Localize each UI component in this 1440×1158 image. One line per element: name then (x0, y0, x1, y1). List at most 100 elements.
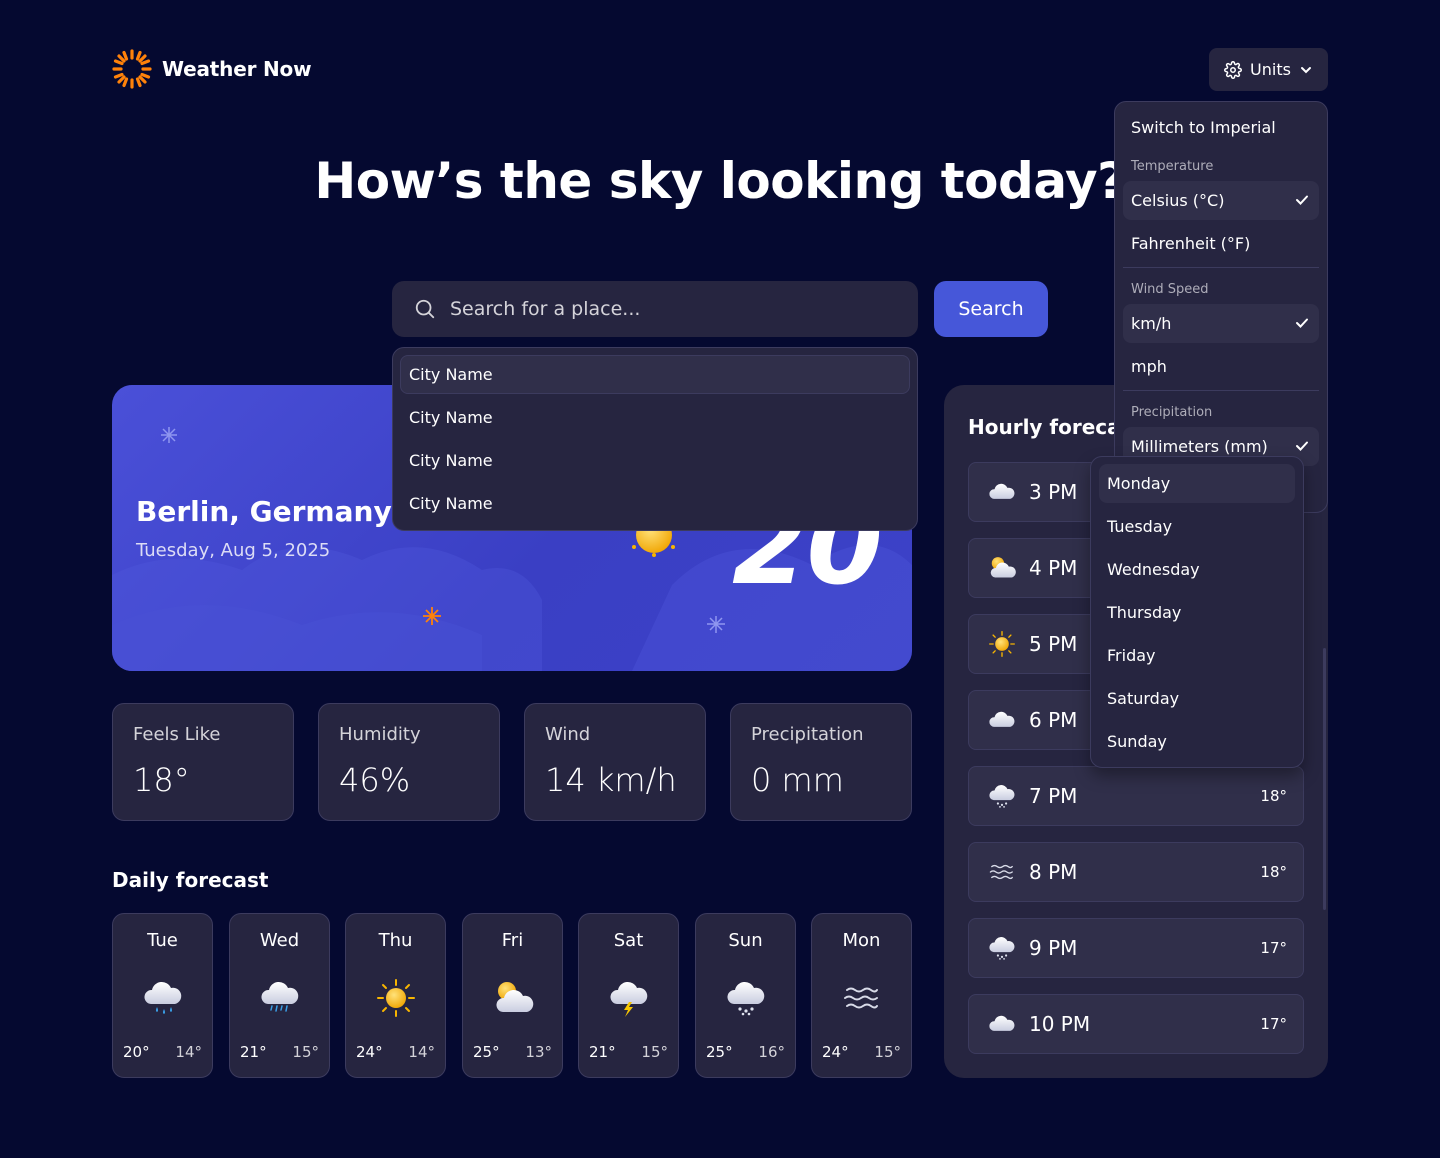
day-option-sunday[interactable]: Sunday (1099, 722, 1295, 761)
day-name: Wed (259, 930, 300, 951)
wind-speed-heading: Wind Speed (1131, 281, 1209, 297)
hour-temp: 17° (1260, 939, 1287, 957)
day-name: Thu (378, 930, 413, 951)
celsius-option[interactable]: Celsius (°C) (1123, 181, 1319, 220)
sparkle-icon (161, 427, 177, 443)
chevron-down-icon (1300, 66, 1311, 73)
hour-temp: 17° (1260, 1015, 1287, 1033)
suggestion-item[interactable]: City Name (400, 484, 910, 523)
hour-time: 4 PM (1029, 556, 1078, 580)
stat-value: 18° (133, 761, 190, 799)
units-button[interactable]: Units (1209, 48, 1328, 91)
stat-value: 46% (339, 761, 411, 799)
partly-cloudy-icon (491, 976, 535, 1020)
suggestion-item[interactable]: City Name (400, 441, 910, 480)
day-low: 15° (292, 1043, 319, 1061)
hour-time: 3 PM (1029, 480, 1078, 504)
day-low: 16° (758, 1043, 785, 1061)
hour-time: 8 PM (1029, 860, 1078, 884)
switch-imperial-option[interactable]: Switch to Imperial (1123, 108, 1319, 147)
day-option-friday[interactable]: Friday (1099, 636, 1295, 675)
option-label: Millimeters (mm) (1131, 437, 1268, 456)
cloud-icon (985, 477, 1019, 507)
day-high: 21° (589, 1043, 616, 1061)
fahrenheit-option[interactable]: Fahrenheit (°F) (1123, 224, 1319, 263)
fog-icon (985, 857, 1019, 887)
current-date: Tuesday, Aug 5, 2025 (136, 540, 331, 561)
day-low: 15° (874, 1043, 901, 1061)
day-name: Sat (613, 930, 644, 951)
day-option-thursday[interactable]: Thursday (1099, 593, 1295, 632)
units-label: Units (1250, 60, 1291, 79)
hour-time: 7 PM (1029, 784, 1078, 808)
hour-row: 8 PM 18° (968, 842, 1304, 902)
day-low: 14° (408, 1043, 435, 1061)
day-name: Tue (147, 930, 178, 951)
day-option-monday[interactable]: Monday (1099, 464, 1295, 503)
check-icon (1296, 195, 1308, 205)
location-name: Berlin, Germany (136, 495, 392, 528)
day-option-saturday[interactable]: Saturday (1099, 679, 1295, 718)
day-high: 20° (123, 1043, 150, 1061)
stat-card-feels-like: Feels Like 18° (112, 703, 294, 821)
day-card: Fri 25° 13° (462, 913, 563, 1078)
hourly-scrollbar[interactable] (1323, 648, 1326, 910)
hour-temp: 18° (1260, 787, 1287, 805)
stat-value: 0 mm (751, 761, 844, 799)
day-card: Tue 20° 14° (112, 913, 213, 1078)
check-icon (1296, 441, 1308, 451)
option-label: Celsius (°C) (1131, 191, 1225, 210)
snow-icon (985, 933, 1019, 963)
stat-label: Precipitation (751, 724, 864, 745)
stat-card-precipitation: Precipitation 0 mm (730, 703, 912, 821)
day-name: Fri (501, 930, 524, 951)
drizzle-icon (258, 976, 302, 1020)
suggestion-item[interactable]: City Name (400, 355, 910, 394)
sun-icon (985, 629, 1019, 659)
day-card: Sun 25° 16° (695, 913, 796, 1078)
day-card: Mon 24° 15° (811, 913, 912, 1078)
check-icon (1296, 318, 1308, 328)
suggestion-item[interactable]: City Name (400, 398, 910, 437)
search-button[interactable]: Search (934, 281, 1048, 337)
day-high: 21° (240, 1043, 267, 1061)
search-box[interactable] (392, 281, 918, 337)
sun-logo-icon (112, 49, 152, 89)
day-high: 25° (706, 1043, 733, 1061)
rain-icon (141, 976, 185, 1020)
divider (1123, 390, 1319, 391)
snow-icon (985, 781, 1019, 811)
gear-icon (1224, 60, 1242, 79)
sun-icon (374, 976, 418, 1020)
hour-temp: 18° (1260, 863, 1287, 881)
search-suggestions: City Name City Name City Name City Name (392, 347, 918, 531)
day-high: 24° (822, 1043, 849, 1061)
storm-icon (607, 976, 651, 1020)
day-card: Thu 24° 14° (345, 913, 446, 1078)
day-name: Sun (728, 930, 763, 951)
hour-row: 9 PM 17° (968, 918, 1304, 978)
kmh-option[interactable]: km/h (1123, 304, 1319, 343)
day-card: Sat 21° 15° (578, 913, 679, 1078)
cloud-icon (985, 1009, 1019, 1039)
partly-cloudy-icon (985, 553, 1019, 583)
divider (1123, 267, 1319, 268)
app-name: Weather Now (162, 57, 312, 81)
hour-row: 7 PM 18° (968, 766, 1304, 826)
hour-time: 9 PM (1029, 936, 1078, 960)
cloud-icon (985, 705, 1019, 735)
units-menu: Switch to Imperial Temperature Celsius (… (1114, 101, 1328, 513)
day-high: 24° (356, 1043, 383, 1061)
day-option-wednesday[interactable]: Wednesday (1099, 550, 1295, 589)
hour-time: 10 PM (1029, 1012, 1091, 1036)
fog-icon (840, 976, 884, 1020)
snow-icon (724, 976, 768, 1020)
mph-option[interactable]: mph (1123, 347, 1319, 386)
option-label: km/h (1131, 314, 1172, 333)
search-input[interactable] (450, 298, 890, 320)
stat-label: Feels Like (133, 724, 221, 745)
day-option-tuesday[interactable]: Tuesday (1099, 507, 1295, 546)
stat-label: Wind (545, 724, 591, 745)
hour-time: 5 PM (1029, 632, 1078, 656)
app-logo[interactable]: Weather Now (112, 48, 312, 90)
